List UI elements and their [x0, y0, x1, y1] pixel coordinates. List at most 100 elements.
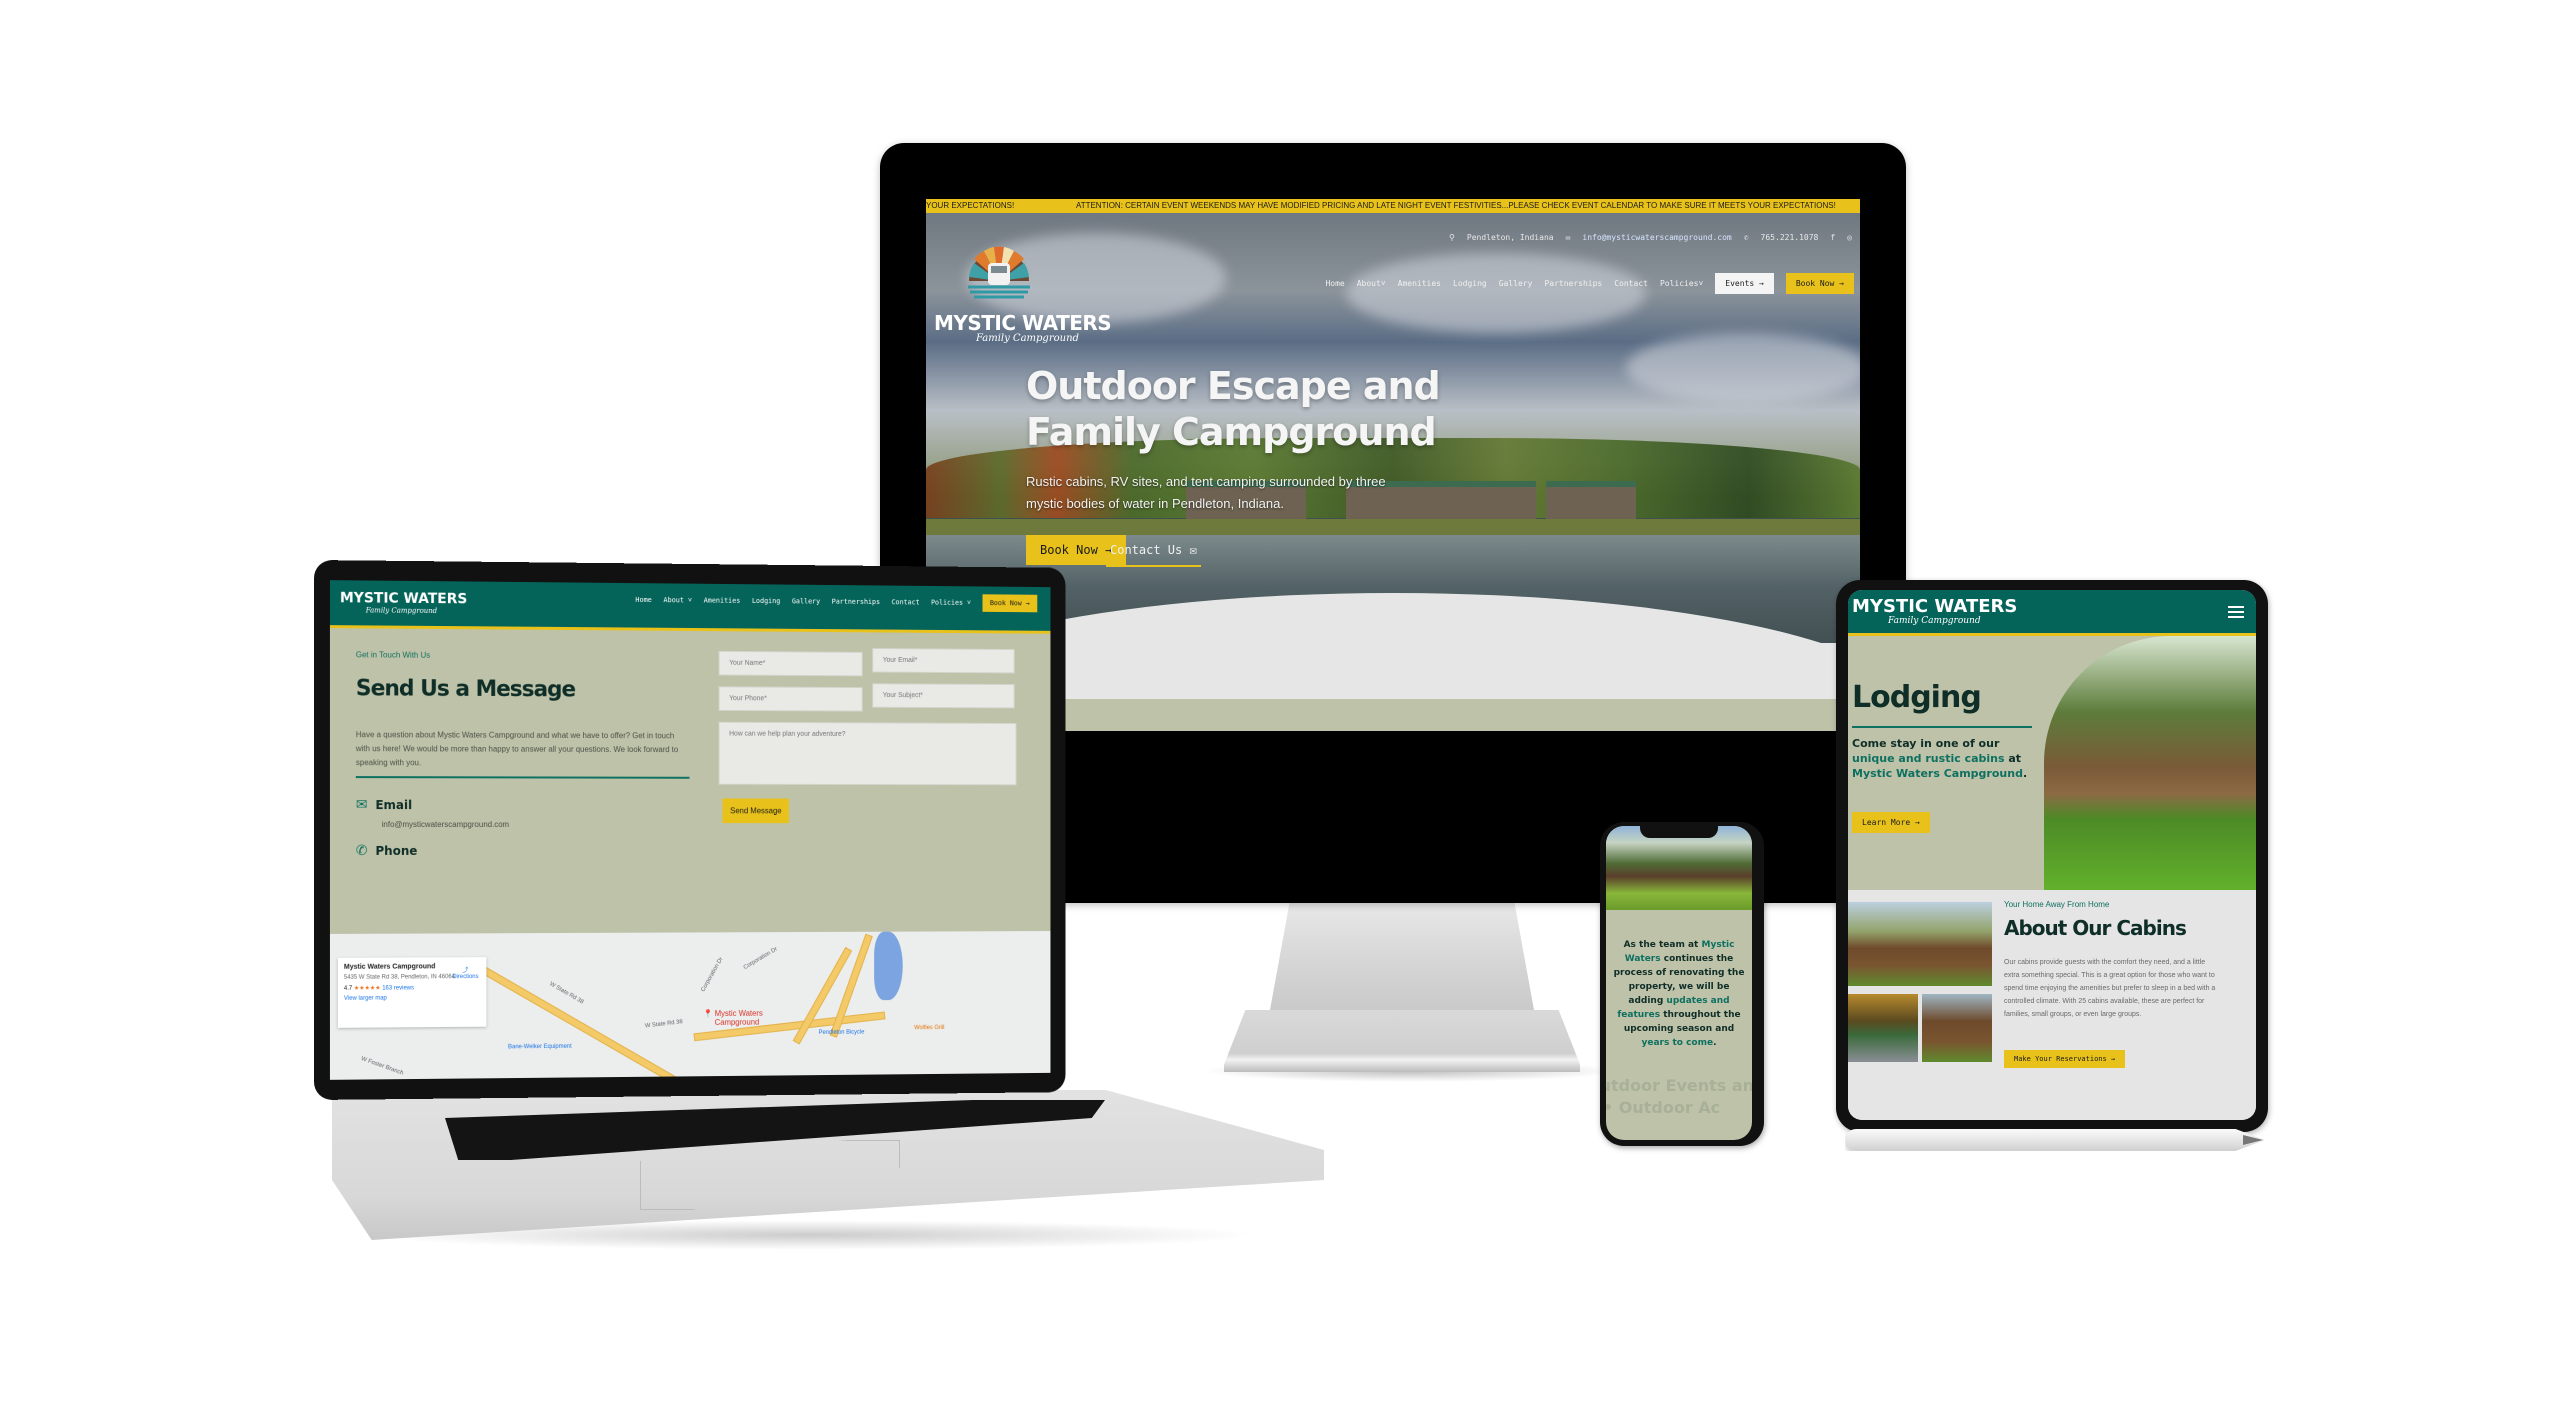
lodging-hero: Lodging Come stay in one of our unique a…	[1848, 636, 2256, 890]
cabin-interior-photo	[1848, 994, 1918, 1062]
lead-text: .	[2022, 767, 2028, 780]
embedded-map[interactable]: Mystic Waters Campground 5435 W State Rd…	[329, 931, 1051, 1080]
phone-screen: As the team at Mystic Waters continues t…	[1606, 826, 1752, 1140]
nav-policies[interactable]: Policies˅	[1660, 279, 1703, 289]
map-marker-icon: 📍	[703, 1009, 713, 1019]
renovation-message: As the team at Mystic Waters continues t…	[1612, 938, 1746, 1050]
facebook-icon[interactable]: f	[1830, 233, 1835, 242]
cabin-photo	[1848, 902, 1992, 986]
map-poi[interactable]: Pendleton Bicycle	[819, 1030, 865, 1036]
cabin-photo	[2044, 636, 2256, 890]
book-now-button[interactable]: Book Now →	[1785, 273, 1854, 294]
about-cabins-section: Your Home Away From Home About Our Cabin…	[1848, 890, 2256, 1120]
location-text: Pendleton, Indiana	[1466, 233, 1554, 242]
mail-icon: ✉	[355, 796, 368, 813]
message-textarea[interactable]: How can we help plan your adventure?	[718, 721, 1017, 786]
instagram-icon[interactable]: ◎	[1847, 233, 1852, 242]
logo-subtitle: Family Campground	[1888, 616, 1981, 626]
device-mockup-stage: YOUR EXPECTATIONS! ATTENTION: CERTAIN EV…	[0, 0, 2560, 1412]
logo-title[interactable]: MYSTIC WATERS	[934, 311, 1112, 335]
about-eyebrow: Your Home Away From Home	[2004, 900, 2110, 909]
nav-policies-label: Policies	[1659, 278, 1699, 288]
phone-link[interactable]: 765.221.1078	[1761, 233, 1819, 242]
email-field[interactable]: Your Email*	[872, 648, 1015, 674]
nav-about[interactable]: About˅	[1357, 279, 1386, 289]
nav-gallery[interactable]: Gallery	[1499, 279, 1533, 288]
laptop-menu: Home About ˅ Amenities Lodging Gallery P…	[635, 591, 1038, 613]
hero-contact-button[interactable]: Contact Us ✉	[1106, 535, 1201, 567]
nav-amenities[interactable]: Amenities	[1398, 279, 1441, 288]
map-pin[interactable]: 📍 Mystic Waters Campground	[703, 1009, 763, 1027]
divider	[1852, 726, 2032, 728]
tablet: MYSTIC WATERS Family Campground Lodging …	[1836, 580, 2268, 1132]
nav-lodging[interactable]: Lodging	[1453, 279, 1487, 288]
main-nav: Home About˅ Amenities Lodging Gallery Pa…	[1325, 273, 1854, 294]
map-rating-row: 4.7 ★★★★★ 163 reviews	[344, 984, 481, 992]
name-field[interactable]: Your Name*	[718, 650, 863, 677]
book-now-button[interactable]: Book Now →	[982, 594, 1038, 613]
nav-contact[interactable]: Contact	[891, 598, 919, 606]
directions-icon: ⤴	[462, 968, 469, 975]
map-poi[interactable]: Bane-Welker Equipment	[508, 1044, 572, 1050]
nav-home[interactable]: Home	[635, 596, 651, 604]
nav-lodging[interactable]: Lodging	[752, 597, 780, 605]
contact-section: Get in Touch With Us Send Us a Message H…	[330, 628, 1051, 934]
lead-text: Come stay in one of our	[1852, 737, 2000, 750]
logo-title[interactable]: MYSTIC WATERS	[1852, 596, 2017, 617]
logo-subtitle: Family Campground	[976, 333, 1079, 344]
campground-photo	[1606, 826, 1752, 910]
smartphone: As the team at Mystic Waters continues t…	[1600, 822, 1764, 1146]
nav-gallery[interactable]: Gallery	[792, 597, 820, 605]
events-button[interactable]: Events →	[1715, 273, 1774, 294]
nav-policies[interactable]: Policies ˅	[931, 598, 971, 607]
ticker-message: ATTENTION: CERTAIN EVENT WEEKENDS MAY HA…	[1075, 201, 1836, 210]
map-pin-label: Mystic Waters Campground	[714, 1008, 763, 1027]
stylus-pencil	[1845, 1129, 2265, 1151]
laptop: MYSTIC WATERS Family Campground Home Abo…	[314, 560, 1066, 1100]
star-rating-icon: ★★★★★	[353, 985, 381, 992]
mail-icon: ✉	[1565, 233, 1571, 242]
email-value[interactable]: info@mysticwaterscampground.com	[382, 820, 509, 829]
nav-contact[interactable]: Contact	[1614, 279, 1648, 288]
hamburger-menu-icon[interactable]	[2228, 606, 2244, 618]
lead-highlight: Mystic Waters Campground	[1852, 767, 2023, 780]
directions-label: Directions	[452, 974, 479, 981]
cabin-photo	[1922, 994, 1992, 1062]
hero-section: MYSTIC WATERS Family Campground ⚲ Pendle…	[926, 213, 1860, 643]
chevron-down-icon: ˅	[1698, 278, 1704, 288]
map-place-card: Mystic Waters Campground 5435 W State Rd…	[337, 957, 487, 1028]
map-poi[interactable]: Wolfies Grill	[914, 1025, 944, 1031]
cloud	[1626, 333, 1860, 403]
directions-button[interactable]: ⤴ Directions	[452, 965, 478, 980]
email-link[interactable]: info@mysticwaterscampground.com	[1582, 233, 1731, 242]
lodging-title: Lodging	[1852, 680, 1982, 715]
map-road-label: W State Rd 38	[548, 981, 585, 1006]
nav-about[interactable]: About ˅	[663, 596, 692, 605]
desktop-screen: YOUR EXPECTATIONS! ATTENTION: CERTAIN EV…	[926, 199, 1860, 731]
lodging-lead: Come stay in one of our unique and rusti…	[1852, 736, 2032, 781]
nav-partnerships[interactable]: Partnerships	[832, 598, 880, 606]
hero-subtitle: Rustic cabins, RV sites, and tent campin…	[1026, 474, 1386, 511]
make-reservations-button[interactable]: Make Your Reservations →	[2004, 1050, 2126, 1068]
reviews-link[interactable]: 163 reviews	[382, 985, 414, 991]
nav-home[interactable]: Home	[1325, 279, 1344, 288]
laptop-nav: MYSTIC WATERS Family Campground Home Abo…	[329, 580, 1051, 634]
phone-heading: ✆ Phone	[356, 842, 418, 859]
hero-title: Outdoor Escape and Family Campground	[1026, 364, 1441, 454]
lead-highlight: unique and rustic cabins	[1852, 752, 2005, 765]
phone-icon: ✆	[355, 841, 368, 858]
view-larger-map-link[interactable]: View larger map	[344, 995, 481, 1002]
nav-partnerships[interactable]: Partnerships	[1544, 279, 1602, 288]
phone-field[interactable]: Your Phone*	[718, 686, 863, 712]
monitor-stand-foot	[1224, 1010, 1580, 1072]
logo-subtitle: Family Campground	[365, 606, 438, 616]
map-road-label: W State Rd 38	[644, 1019, 683, 1030]
learn-more-button[interactable]: Learn More →	[1852, 812, 1930, 833]
contact-title: Send Us a Message	[355, 676, 576, 703]
subject-field[interactable]: Your Subject*	[872, 683, 1015, 709]
campground-logo-icon	[968, 246, 1030, 299]
send-message-button[interactable]: Send Message	[722, 798, 790, 824]
nav-about-label: About	[1356, 278, 1381, 288]
logo-title[interactable]: MYSTIC WATERS	[340, 590, 467, 607]
nav-amenities[interactable]: Amenities	[704, 597, 741, 605]
